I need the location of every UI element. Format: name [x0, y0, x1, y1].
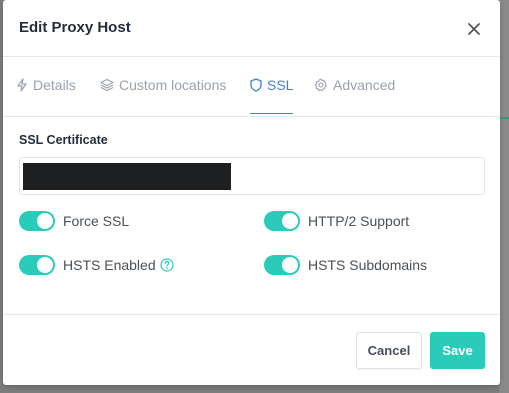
tab-ssl-label: SSL: [267, 77, 294, 93]
hsts-subdomains-switch[interactable]: [264, 255, 300, 275]
modal-title: Edit Proxy Host: [19, 19, 131, 36]
gear-icon: [314, 78, 327, 92]
tab-details[interactable]: Details: [16, 57, 76, 113]
force-ssl-toggle[interactable]: Force SSL: [19, 211, 129, 231]
background-accent-line: [499, 117, 509, 119]
ssl-certificate-select[interactable]: [19, 157, 485, 195]
http2-support-switch[interactable]: [264, 211, 300, 231]
hsts-enabled-label: HSTS Enabled: [63, 257, 156, 273]
force-ssl-switch[interactable]: [19, 211, 55, 231]
hsts-subdomains-label: HSTS Subdomains: [308, 257, 428, 273]
tab-bar: Details Custom locations SSL Advanced: [3, 57, 500, 117]
layers-icon: [100, 78, 114, 92]
bolt-icon: [17, 78, 27, 92]
tab-custom-locations[interactable]: Custom locations: [100, 57, 226, 113]
background-page: [499, 0, 509, 393]
tab-ssl[interactable]: SSL: [250, 57, 294, 114]
save-button[interactable]: Save: [430, 332, 485, 369]
cancel-button[interactable]: Cancel: [356, 332, 422, 369]
modal-footer: Cancel Save: [3, 314, 500, 385]
hsts-enabled-toggle[interactable]: HSTS Enabled: [19, 255, 174, 275]
close-icon: [468, 23, 480, 35]
help-icon[interactable]: [160, 258, 174, 272]
tab-custom-locations-label: Custom locations: [119, 77, 227, 93]
modal-header: Edit Proxy Host: [3, 0, 500, 57]
close-button[interactable]: [463, 18, 485, 40]
http2-support-label: HTTP/2 Support: [308, 213, 410, 229]
ssl-certificate-label: SSL Certificate: [19, 133, 108, 147]
hsts-subdomains-toggle[interactable]: HSTS Subdomains: [264, 255, 427, 275]
shield-icon: [250, 78, 262, 92]
tab-advanced-label: Advanced: [333, 77, 396, 93]
force-ssl-label: Force SSL: [63, 213, 130, 229]
hsts-enabled-switch[interactable]: [19, 255, 55, 275]
http2-support-toggle[interactable]: HTTP/2 Support: [264, 211, 409, 231]
edit-proxy-host-modal: Edit Proxy Host Details Custom locations: [3, 0, 500, 385]
tab-advanced[interactable]: Advanced: [314, 57, 395, 113]
redacted-certificate-value: [23, 163, 231, 190]
tab-details-label: Details: [33, 77, 76, 93]
